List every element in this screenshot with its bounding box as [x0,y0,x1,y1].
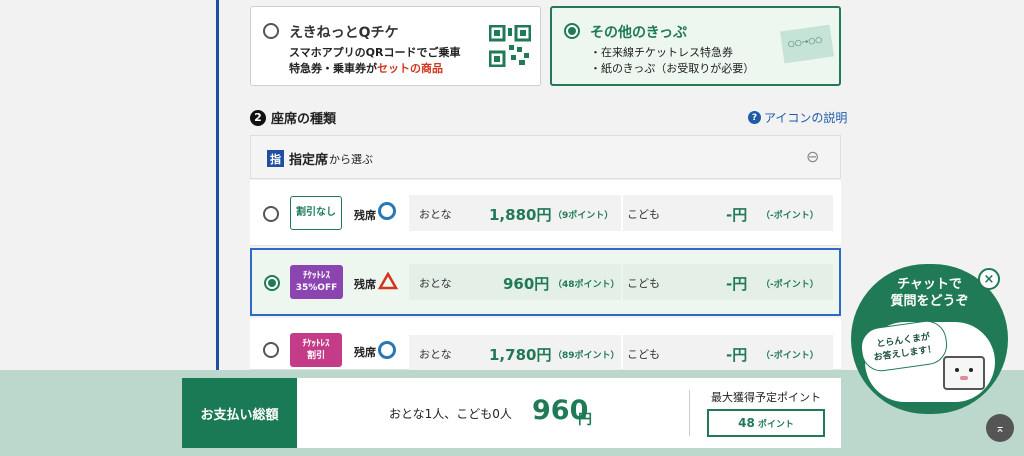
adult-points: （9ポイント） [553,211,614,221]
other-ticket-radio[interactable] [564,23,580,39]
reserved-seat-title: 指定席 [289,153,329,168]
adult-price: 960円 [503,275,550,293]
qr-code-icon [489,25,531,67]
other-ticket-card[interactable]: その他のきっぷ ・在来線チケットレス特急券 ・紙のきっぷ（お受取りが必要） ○○… [550,6,841,86]
total-amount-unit: 円 [578,412,592,428]
adult-price-box: おとな 1,780円 （89ポイント） [409,335,621,370]
child-label: こども [627,208,660,221]
child-price: -円 [726,275,748,293]
ekinet-qticket-desc1: スマホアプリのQRコードでご乗車 [289,46,461,59]
child-price: -円 [726,206,748,224]
help-icon: ? [748,111,761,124]
child-label: こども [627,348,660,361]
passenger-count: おとな1人、こども0人 [389,407,512,421]
ekinet-qticket-radio[interactable] [263,23,279,39]
icon-explanation-link[interactable]: ? アイコンの説明 [748,109,847,126]
availability-triangle-icon [378,272,398,290]
availability-circle-icon [378,202,396,220]
child-label: こども [627,277,660,290]
adult-price-box: おとな 1,880円 （9ポイント） [409,195,621,231]
fare-row-radio[interactable] [263,342,279,358]
collapse-icon[interactable]: ⊖ [806,147,819,166]
max-points-title: 最大獲得予定ポイント [711,391,821,404]
adult-points: （48ポイント） [553,280,620,290]
child-price-box: こども -円 （-ポイント） [623,195,833,231]
reserved-seat-suffix: から選ぶ [329,152,374,166]
payment-total-label: お支払い総額 [182,378,297,448]
panel-divider [689,390,690,436]
child-price: -円 [726,346,748,364]
fare-row-radio[interactable] [264,275,280,291]
ticketless-35off-tag: ﾁｹｯﾄﾚｽ 35%OFF [290,265,343,299]
step-number-badge: 2 [250,109,266,126]
paper-ticket-icon: ○○→○○ [780,24,834,64]
fare-row-selected[interactable]: ﾁｹｯﾄﾚｽ 35%OFF 残席 おとな 960円 （48ポイント） こども -円… [250,248,841,316]
reserved-seat-badge: 指 [267,150,284,167]
seat-type-heading: 座席の種類 [271,112,337,127]
child-points: （-ポイント） [761,280,819,290]
fare-row[interactable]: ﾁｹｯﾄﾚｽ 割引 残席 おとな 1,780円 （89ポイント） こども -円 （… [250,318,841,370]
adult-label: おとな [419,208,452,221]
remaining-seat-label: 残席 [354,346,376,359]
fare-row[interactable]: 割引なし 残席 おとな 1,880円 （9ポイント） こども -円 （-ポイント… [250,180,841,246]
ekinet-qticket-desc2: 特急券・乗車券がセットの商品 [289,62,443,75]
max-points-unit: ポイント [757,419,794,430]
adult-points: （89ポイント） [553,351,620,361]
chat-close-button[interactable]: × [978,268,1000,290]
payment-total-panel: おとな1人、こども0人 960 円 最大獲得予定ポイント 48 ポイント [297,378,841,448]
scroll-to-top-button[interactable]: ⌅ [986,414,1014,442]
child-points: （-ポイント） [761,211,819,221]
fare-row-radio[interactable] [263,206,279,222]
chat-title-line2: 質問をどうぞ [890,294,969,309]
remaining-seat-label: 残席 [354,209,376,222]
icon-explanation-text: アイコンの説明 [764,111,848,125]
adult-price-box: おとな 960円 （48ポイント） [409,264,621,300]
reserved-seat-header[interactable]: 指 指定席 から選ぶ ⊖ [250,135,841,179]
child-points: （-ポイント） [761,351,819,361]
remaining-seat-label: 残席 [354,278,376,291]
other-ticket-bullet2: ・紙のきっぷ（お受取りが必要） [590,62,755,75]
availability-circle-icon [378,341,396,359]
max-points-box: 48 ポイント [707,409,825,437]
ekinet-qticket-card[interactable]: えきねっとQチケ スマホアプリのQRコードでご乗車 特急券・乗車券がセットの商品 [250,6,541,86]
adult-label: おとな [419,348,452,361]
child-price-box: こども -円 （-ポイント） [623,335,833,370]
adult-label: おとな [419,277,452,290]
adult-price: 1,880円 [489,206,552,224]
max-points-value: 48 [738,416,755,430]
no-discount-tag: 割引なし [290,196,342,230]
seat-type-section-title: 2 座席の種類 [250,108,336,127]
trunk-bear-mascot-icon [943,356,985,390]
ekinet-qticket-title: えきねっとQチケ [289,25,399,41]
ticketless-discount-tag: ﾁｹｯﾄﾚｽ 割引 [290,333,342,367]
other-ticket-title: その他のきっぷ [590,25,688,41]
other-ticket-bullet1: ・在来線チケットレス特急券 [590,46,733,59]
child-price-box: こども -円 （-ポイント） [623,264,833,300]
adult-price: 1,780円 [489,346,552,364]
